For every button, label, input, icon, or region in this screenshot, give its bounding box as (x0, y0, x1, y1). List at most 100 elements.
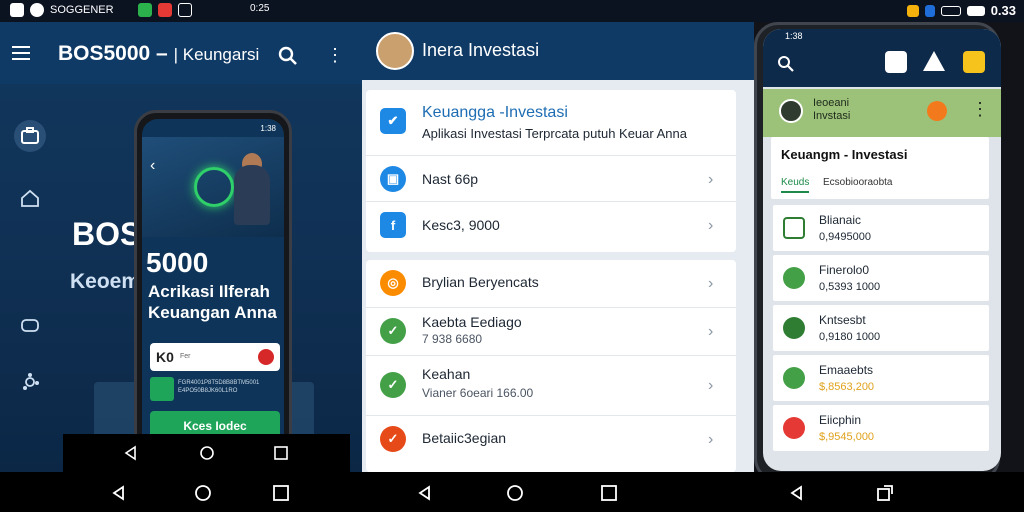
avatar[interactable] (376, 32, 414, 70)
document-icon[interactable] (885, 51, 907, 73)
status-time: 0.33 (990, 3, 1016, 18)
notification-icon (10, 3, 24, 17)
nav-settings-icon[interactable] (14, 366, 46, 398)
more-vert-icon[interactable]: ⋮ (971, 99, 989, 120)
warning-icon (906, 4, 919, 17)
alert-icon[interactable] (927, 101, 947, 121)
refresh-icon: ◎ (380, 270, 406, 296)
bell-icon[interactable] (923, 51, 945, 71)
right-top-bar: 1:38 (763, 29, 1001, 87)
wallet-icon[interactable] (963, 51, 985, 73)
list-item-name: Finerolo0 (819, 263, 870, 277)
home-nav-icon[interactable] (506, 484, 524, 502)
list-item[interactable]: Eiicphin $,9545,000 (773, 405, 989, 451)
phone-card-badge-icon (258, 349, 274, 365)
list-item-value: $,8563,200 (819, 381, 875, 393)
middle-card-main: ✔ Keuangga -Investasi Aplikasi Investasi… (366, 90, 736, 252)
app-outline-icon (177, 3, 192, 17)
chevron-right-icon: › (708, 171, 714, 188)
more-vert-icon[interactable]: ⋮ (326, 46, 344, 64)
right-title-card: Keuangm - Investasi Keuds Ecsobiooraobta (771, 137, 989, 199)
list-item[interactable]: ✓ Kaebta Eediago 7 938 6680 › (366, 308, 736, 356)
phone-info-icon (150, 377, 174, 401)
list-item-value: 7 938 6680 (422, 332, 483, 346)
list-item-label: Keahan (422, 366, 471, 382)
status-mid-time: 0:25 (250, 3, 270, 14)
system-navbar (0, 472, 1024, 512)
back-nav-icon[interactable] (110, 484, 128, 502)
list-item[interactable]: ◎ Brylian Beryencats › (366, 260, 736, 308)
app-icon (30, 3, 44, 17)
card-subheading: Aplikasi Investasi Terprcata putuh Keuar… (422, 126, 687, 141)
list-item[interactable]: ▣ Nast 66p › (366, 156, 736, 202)
android-icon (137, 3, 152, 17)
status-right: 0.33 (906, 3, 1016, 18)
chevron-right-icon: › (708, 323, 714, 340)
check-icon: ✓ (380, 318, 406, 344)
right-phone: 1:38 Ieoeani Invstasi ⋮ Keuangm - Invest… (754, 22, 1001, 472)
status-left-text: SOGGENER (50, 4, 114, 16)
screenshot-root: SOGGENER 0:25 0.33 BOS5000 – | Keungarsi (0, 0, 1024, 512)
status-bar: SOGGENER 0:25 0.33 (0, 0, 1024, 22)
list-item-name: Kntsesbt (819, 313, 866, 327)
list-item[interactable]: Kntsesbt 0,9180 1000 (773, 305, 989, 351)
phone-info-row: FGR4001P8T5D8B8BTM5001 E4PO50B8JK60L1RO (150, 377, 280, 401)
list-item-value: Vianer 6oeari 166.00 (422, 386, 534, 400)
nav-briefcase-icon[interactable] (14, 120, 46, 152)
green-header-text: Ieoeani Invstasi (813, 97, 850, 123)
home-nav-icon[interactable] (194, 484, 212, 502)
left-app-bar: BOS5000 – | Keungarsi ⋮ (0, 22, 362, 84)
recents-nav-icon[interactable] (272, 484, 290, 502)
rotate-icon[interactable] (876, 484, 894, 502)
bluetooth-icon (924, 4, 935, 17)
menu-icon[interactable] (12, 46, 30, 60)
list-item-value: $,9545,000 (819, 431, 875, 443)
nav-home-icon[interactable] (14, 182, 46, 214)
check-icon: ✓ (380, 372, 406, 398)
recents-nav-icon[interactable] (273, 445, 289, 461)
list-item-name: Eiicphin (819, 413, 862, 427)
green-header-line1: Ieoeani (813, 97, 850, 109)
list-item[interactable]: f Kesc3, 9000 › (366, 202, 736, 248)
card-header-row[interactable]: ✔ Keuangga -Investasi Aplikasi Investasi… (366, 90, 736, 156)
chevron-right-icon: › (708, 377, 714, 394)
recents-nav-icon[interactable] (600, 484, 618, 502)
left-big-text: BOS (72, 216, 142, 252)
home-nav-icon[interactable] (199, 445, 215, 461)
left-phone-hero: ‹ (142, 137, 284, 237)
middle-app-bar: Inera Investasi (362, 22, 754, 80)
phone-info-text: FGR4001P8T5D8B8BTM5001 E4PO50B8JK60L1RO (178, 380, 260, 394)
phone-card[interactable]: K0 Fer (150, 343, 280, 371)
phone-subheadline: Acrikasi Ilferah Keuangan Anna (148, 282, 277, 322)
list-item[interactable]: ✓ Betaiic3egian › (366, 416, 736, 464)
middle-title: Inera Investasi (422, 40, 540, 60)
list-item[interactable]: Finerolo0 0,5393 1000 (773, 255, 989, 301)
list-item[interactable]: Emaaebts $,8563,200 (773, 355, 989, 401)
left-phone-screen: 1:38 ‹ 5000 Acrikasi Ilferah Keuangan An… (142, 119, 284, 452)
list-item-label: Kaebta Eediago (422, 314, 522, 330)
search-icon[interactable] (278, 46, 298, 66)
list-item[interactable]: ✓ Keahan Vianer 6oeari 166.00 › (366, 356, 736, 416)
back-nav-icon[interactable] (788, 484, 806, 502)
list-item-label: Betaiic3egian (422, 430, 507, 446)
tab-active[interactable]: Keuds (781, 177, 810, 193)
middle-card-list: ◎ Brylian Beryencats › ✓ Kaebta Eediago … (366, 260, 736, 472)
list-item[interactable]: Blianaic 0,9495000 (773, 205, 989, 251)
nav-bag-icon[interactable] (14, 308, 46, 340)
left-title-main: BOS5000 – (58, 42, 168, 65)
green-header-line2: Invstasi (813, 110, 851, 122)
tab-inactive[interactable]: Ecsobiooraobta (823, 177, 893, 188)
back-icon[interactable]: ‹ (150, 157, 155, 175)
check-icon (783, 267, 805, 289)
left-big-text2: Keoem (70, 270, 141, 293)
list-item-value: 0,9180 1000 (819, 331, 881, 343)
back-nav-icon[interactable] (123, 445, 139, 461)
check-icon (783, 417, 805, 439)
right-card-title: Keuangm - Investasi (781, 147, 908, 162)
app-red-icon (157, 3, 172, 17)
check-icon (783, 317, 805, 339)
search-icon[interactable] (777, 55, 795, 73)
list-item-label: Kesc3, 9000 (422, 217, 500, 233)
left-phone-status: 1:38 (260, 124, 276, 133)
back-nav-icon[interactable] (416, 484, 434, 502)
